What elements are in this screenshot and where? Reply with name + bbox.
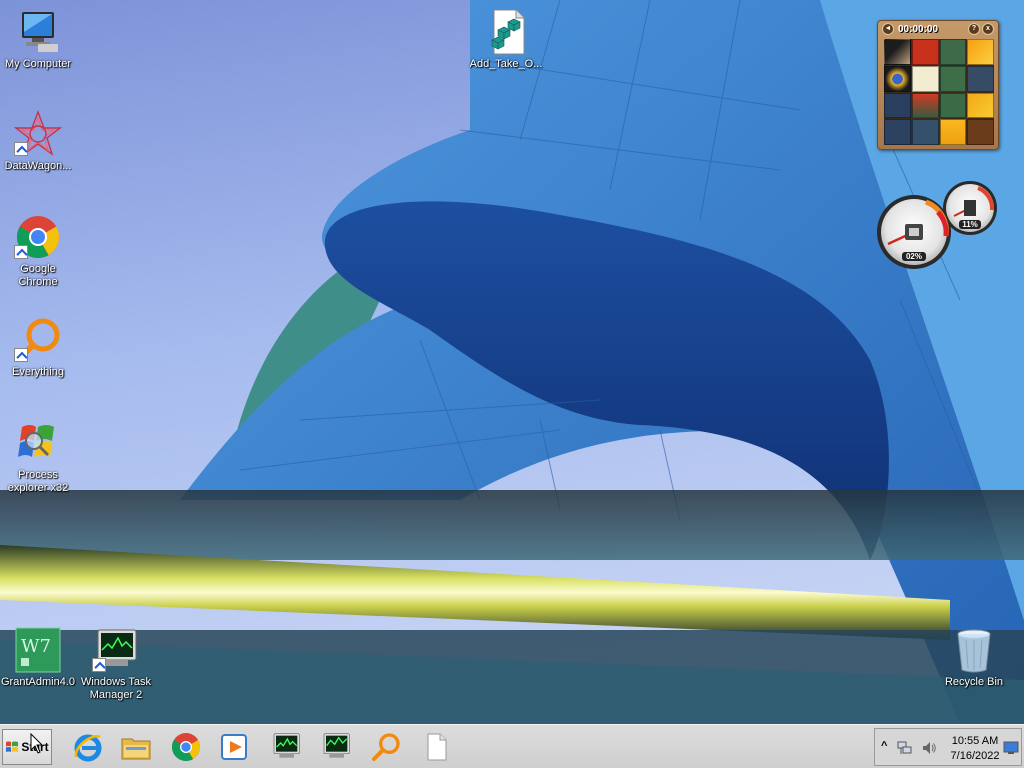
- desktop-icon-label: Windows Task Manager 2: [80, 676, 152, 701]
- desktop-icon-datawagon[interactable]: DataWagon...: [0, 110, 76, 173]
- taskbar-media-player[interactable]: [214, 729, 254, 765]
- cpu-meter-gadget[interactable]: 02% 11%: [874, 178, 1000, 270]
- volume-icon[interactable]: [921, 740, 937, 756]
- desktop-icon-grantadmin[interactable]: W7 GrantAdmin4.0: [0, 626, 76, 689]
- clock-date[interactable]: 7/16/2022: [949, 750, 1001, 762]
- puzzle-gadget[interactable]: ◄ 00:00:00 ? x: [877, 20, 999, 150]
- tray-overflow-button[interactable]: ^: [881, 740, 887, 752]
- puzzle-timer: 00:00:00: [898, 23, 939, 35]
- clock-time[interactable]: 10:55 AM: [949, 735, 1001, 747]
- process-explorer-icon: [18, 425, 54, 457]
- taskbar-task-manager[interactable]: [266, 729, 306, 765]
- recycle-bin-icon: [957, 629, 991, 673]
- puzzle-titlebar: ◄ 00:00:00 ? x: [878, 21, 998, 37]
- task-manager-2-icon: [323, 733, 350, 758]
- puzzle-tile[interactable]: [911, 119, 939, 145]
- memory-usage-readout: 11%: [959, 220, 981, 229]
- file-explorer-icon: [121, 738, 151, 760]
- svg-text:W7: W7: [21, 636, 51, 657]
- media-player-icon: [221, 734, 247, 760]
- desktop-icon-label: Process explorer x32: [7, 469, 69, 494]
- desktop-icon-label: Add_Take_O...: [469, 58, 543, 70]
- everything-icon: [372, 733, 400, 761]
- mouse-cursor-icon: [30, 733, 44, 754]
- shortcut-arrow-icon: [14, 348, 28, 362]
- desktop-icon-windows-task-manager-2[interactable]: Windows Task Manager 2: [78, 626, 154, 702]
- puzzle-tile[interactable]: [911, 39, 939, 65]
- puzzle-tile[interactable]: [884, 65, 911, 92]
- desktop-icon-label: GrantAdmin4.0: [1, 676, 75, 688]
- shortcut-arrow-icon: [92, 658, 106, 672]
- puzzle-tile[interactable]: [884, 119, 911, 145]
- system-tray: ^ 10:55 AM 7/16/2022: [874, 728, 1022, 766]
- puzzle-empty-slot: [967, 119, 994, 145]
- task-manager-icon: [273, 733, 300, 758]
- desktop-icon-my-computer[interactable]: My Computer: [0, 8, 76, 71]
- desktop-icon-process-explorer[interactable]: Process explorer x32: [0, 419, 76, 495]
- desktop-icon-label: DataWagon...: [4, 160, 72, 172]
- puzzle-tile[interactable]: [884, 39, 911, 65]
- desktop-icon-google-chrome[interactable]: Google Chrome: [0, 213, 76, 289]
- registry-file-icon: [491, 9, 525, 55]
- desktop-icon-add-take-ownership[interactable]: Add_Take_O...: [468, 8, 544, 71]
- shortcut-arrow-icon: [14, 142, 28, 156]
- taskbar-file-explorer[interactable]: [116, 729, 156, 765]
- desktop-icon-label: Recycle Bin: [944, 676, 1004, 688]
- desktop-icon-everything[interactable]: Everything: [0, 316, 76, 379]
- taskbar-internet-explorer[interactable]: [68, 729, 108, 765]
- chrome-icon: [171, 733, 201, 762]
- start-button[interactable]: Start: [2, 729, 52, 765]
- grantadmin-icon: W7: [15, 627, 61, 673]
- shortcut-arrow-icon: [14, 245, 28, 259]
- taskbar: Start: [0, 724, 1024, 768]
- puzzle-tile[interactable]: [911, 92, 939, 119]
- taskbar-everything[interactable]: [366, 729, 406, 765]
- desktop-icon-label: My Computer: [4, 58, 72, 70]
- puzzle-grid[interactable]: [884, 39, 994, 145]
- windows-logo-icon: [6, 741, 19, 752]
- blank-document-icon: [427, 733, 447, 761]
- puzzle-tile[interactable]: [939, 119, 967, 145]
- show-desktop-icon[interactable]: [1003, 741, 1019, 755]
- puzzle-tile[interactable]: [939, 39, 967, 65]
- taskbar-blank-document[interactable]: [416, 729, 456, 765]
- taskbar-chrome[interactable]: [166, 729, 206, 765]
- puzzle-tile[interactable]: [967, 92, 994, 119]
- desktop-icon-label: Everything: [12, 366, 64, 378]
- puzzle-tile[interactable]: [967, 39, 994, 65]
- network-icon[interactable]: [897, 740, 913, 756]
- puzzle-help-button[interactable]: ?: [968, 23, 980, 35]
- puzzle-tile[interactable]: [939, 92, 967, 119]
- taskbar-task-manager-2[interactable]: [316, 729, 356, 765]
- desktop-icon-recycle-bin[interactable]: Recycle Bin: [936, 626, 1012, 689]
- computer-icon: [22, 12, 58, 52]
- puzzle-tile[interactable]: [939, 65, 967, 92]
- cpu-usage-readout: 02%: [902, 252, 926, 261]
- puzzle-close-button[interactable]: x: [982, 23, 994, 35]
- timer-reset-icon[interactable]: ◄: [882, 23, 894, 35]
- puzzle-tile[interactable]: [911, 65, 939, 92]
- internet-explorer-icon: [74, 734, 102, 762]
- puzzle-tile[interactable]: [967, 65, 994, 92]
- desktop-wallpaper: [0, 0, 1024, 724]
- puzzle-tile[interactable]: [884, 92, 911, 119]
- desktop-icon-label: Google Chrome: [18, 263, 58, 288]
